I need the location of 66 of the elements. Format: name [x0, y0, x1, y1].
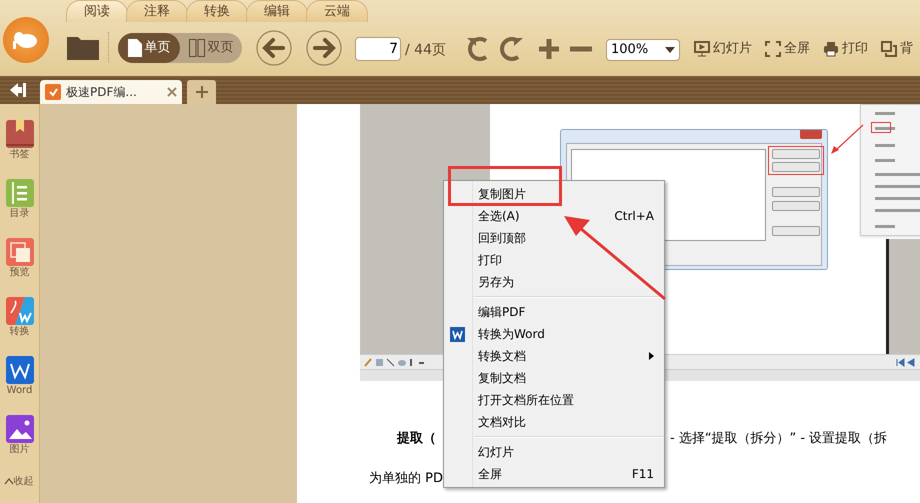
collapse-panel-icon[interactable] — [10, 83, 26, 97]
menu-item[interactable]: 转换为Word — [444, 323, 664, 345]
pdf-to-word-icon — [6, 297, 34, 325]
paragraph-text: 提取（ — [397, 430, 436, 448]
sidebar-button[interactable]: Word — [6, 356, 34, 397]
zoom-dropdown[interactable]: 100% — [606, 39, 680, 61]
new-tab-button[interactable] — [187, 80, 216, 104]
menu-item[interactable]: 打印 — [444, 249, 664, 271]
sidebar-button[interactable]: 预览 — [6, 238, 34, 279]
toolbar-button[interactable]: 背 — [881, 39, 913, 58]
toolbar-button[interactable]: 全屏 — [765, 39, 810, 58]
bookmark-icon — [6, 120, 34, 148]
two-pages-icon — [188, 39, 204, 57]
ribbon-tab[interactable]: 注释 — [126, 0, 188, 22]
pages-icon — [6, 238, 34, 266]
menu-item[interactable]: 文档对比 — [444, 411, 664, 433]
paragraph-text: 为单独的 PD — [369, 470, 443, 488]
menu-item[interactable]: 复制文档 — [444, 367, 664, 389]
menu-item[interactable]: 编辑PDF — [444, 301, 664, 323]
chevron-up-icon — [4, 478, 14, 485]
page-icon — [128, 39, 142, 57]
page-navigation-icon — [896, 358, 916, 367]
menu-item[interactable]: 幻灯片 — [444, 441, 664, 463]
view-mode-tab[interactable]: 单页 — [118, 33, 180, 63]
paragraph-text: - 选择“提取（拆分）” - 设置提取（拆 — [670, 430, 888, 448]
sidebar-button[interactable]: 书签 — [6, 120, 34, 161]
pdf-file-icon — [45, 84, 61, 100]
collapse-button[interactable]: 收起 — [4, 474, 34, 489]
projector-icon — [694, 40, 710, 57]
menu-item[interactable]: 全选(A) Ctrl+A — [444, 205, 664, 227]
ribbon-tab[interactable]: 转换 — [186, 0, 248, 22]
page-total: / 44页 — [405, 41, 446, 60]
ribbon-tab[interactable]: 云端 — [306, 0, 368, 22]
view-mode-tab[interactable]: 双页 — [180, 33, 242, 63]
annotation-arrow — [830, 124, 864, 156]
word-icon — [450, 327, 465, 342]
menu-item[interactable]: 打开文档所在位置 — [444, 389, 664, 411]
plus-icon — [196, 86, 208, 98]
highlight-frame — [871, 122, 891, 133]
close-icon[interactable] — [167, 87, 177, 97]
toolbar-button[interactable]: 打印 — [823, 39, 868, 58]
toolbar-button[interactable]: 幻灯片 — [694, 39, 752, 58]
image-icon — [6, 415, 34, 443]
drawing-tools-icon — [364, 358, 424, 367]
zoom-in-icon[interactable] — [538, 38, 560, 60]
zoom-out-icon[interactable] — [570, 46, 592, 52]
sidebar-button[interactable]: 目录 — [6, 179, 34, 220]
printer-icon — [823, 40, 839, 57]
ribbon-tab[interactable]: 编辑 — [246, 0, 308, 22]
document-tab[interactable]: 极速PDF编... — [40, 80, 182, 104]
sidebar-button[interactable]: 转换 — [6, 297, 34, 338]
tab-title: 极速PDF编... — [66, 84, 138, 101]
menu-item[interactable]: 转换文档 — [444, 345, 664, 367]
layers-icon — [881, 40, 897, 57]
dropdown-caret-icon — [665, 47, 675, 53]
word-icon — [6, 356, 34, 384]
app-logo[interactable] — [3, 17, 49, 63]
list-icon — [6, 179, 34, 207]
menu-item[interactable]: 全屏 F11 — [444, 463, 664, 485]
rotate-right-icon[interactable] — [497, 36, 525, 62]
sidebar-button[interactable]: 图片 — [6, 415, 34, 456]
ribbon-tab[interactable]: 阅读 — [66, 0, 128, 22]
page-number-field[interactable]: 7 — [355, 37, 401, 61]
fullscreen-icon — [765, 40, 781, 57]
menu-item[interactable]: 回到顶部 — [444, 227, 664, 249]
menu-item[interactable]: 另存为 — [444, 271, 664, 293]
